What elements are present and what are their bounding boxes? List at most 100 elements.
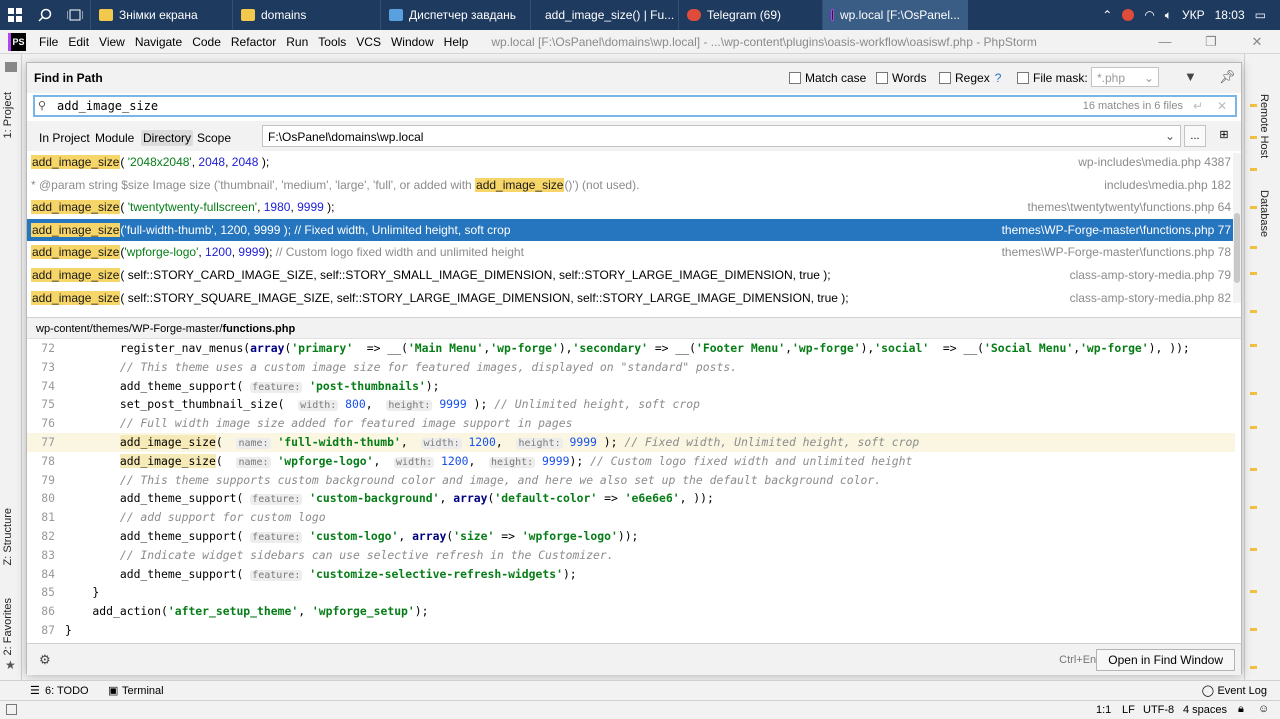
search-input[interactable]: ⚲ add_image_size 16 matches in 6 files ↵… [33, 95, 1237, 117]
notifications-icon[interactable]: ▭ [1255, 8, 1266, 22]
line-separator[interactable]: LF [1122, 704, 1135, 716]
taskbar-button-task-manager[interactable]: Диспетчер завдань [380, 0, 530, 30]
search-icon[interactable] [30, 0, 60, 30]
open-in-find-window-button[interactable]: Open in Find Window [1096, 649, 1235, 671]
result-row[interactable]: add_image_size( 'twentytwenty-fullscreen… [27, 196, 1235, 219]
stripe-mark[interactable] [1250, 206, 1257, 209]
stripe-mark[interactable] [1250, 310, 1257, 313]
tab-in-project[interactable]: In Project [39, 131, 90, 145]
code-preview[interactable]: 72 register_nav_menus(array('primary' =>… [27, 339, 1235, 643]
regex-help-link[interactable]: ? [995, 71, 1002, 85]
checkbox-box[interactable] [789, 72, 801, 84]
keyboard-language[interactable]: УКР [1182, 8, 1205, 22]
tab-remote-host[interactable]: Remote Host [1258, 94, 1270, 158]
tab-scope[interactable]: Scope [197, 131, 231, 145]
match-case-checkbox[interactable]: Match case [789, 71, 866, 85]
tab-structure[interactable]: Z: Structure [2, 508, 14, 565]
stripe-mark[interactable] [1250, 468, 1257, 471]
menu-tools[interactable]: Tools [313, 35, 351, 49]
result-row[interactable]: * @param string $size Image size ('thumb… [27, 174, 1235, 197]
stripe-mark[interactable] [1250, 392, 1257, 395]
results-scrollbar[interactable] [1233, 153, 1241, 303]
menu-vcs[interactable]: VCS [351, 35, 386, 49]
code-line: 84 add_theme_support( feature: 'customiz… [41, 566, 577, 581]
taskbar-button-domains[interactable]: domains [232, 0, 380, 30]
result-row-selected[interactable]: add_image_size('full-width-thumb', 1200,… [27, 218, 1235, 242]
indent-setting[interactable]: 4 spaces [1183, 704, 1227, 716]
stripe-mark[interactable] [1250, 136, 1257, 139]
gear-icon[interactable]: ⚙ [39, 652, 51, 668]
search-query[interactable]: add_image_size [57, 99, 158, 113]
windows-start-icon[interactable] [0, 0, 30, 30]
menu-view[interactable]: View [94, 35, 130, 49]
menu-code[interactable]: Code [187, 35, 226, 49]
result-row[interactable]: add_image_size( '2048x2048', 2048, 2048 … [27, 151, 1235, 174]
stripe-mark[interactable] [1250, 548, 1257, 551]
restore-icon[interactable]: ❐ [1188, 30, 1234, 54]
volume-icon[interactable]: 🔈︎ [1165, 8, 1172, 23]
menu-file[interactable]: File [34, 35, 63, 49]
filter-icon[interactable]: ▼ [1184, 69, 1197, 84]
stripe-mark[interactable] [1250, 272, 1257, 275]
stripe-mark[interactable] [1250, 344, 1257, 347]
result-row[interactable]: add_image_size( self::STORY_SQUARE_IMAGE… [27, 287, 1235, 309]
tab-favorites[interactable]: 2: Favorites [2, 598, 14, 655]
stripe-mark[interactable] [1250, 246, 1257, 249]
tab-terminal[interactable]: Terminal [122, 685, 164, 697]
directory-select[interactable]: F:\OsPanel\domains\wp.local ⌄ [262, 125, 1181, 147]
stripe-mark[interactable] [1250, 506, 1257, 509]
result-row[interactable]: add_image_size( self::STORY_CARD_IMAGE_S… [27, 264, 1235, 287]
tool-windows-icon[interactable] [6, 704, 17, 715]
checkbox-box[interactable] [1017, 72, 1029, 84]
tab-todo[interactable]: 6: TODO [45, 685, 89, 697]
taskbar-button-phpstorm[interactable]: wp.local [F:\OsPanel... [822, 0, 968, 30]
new-line-icon[interactable]: ↵ [1193, 99, 1203, 113]
tab-directory[interactable]: Directory [141, 130, 194, 146]
tab-database[interactable]: Database [1258, 190, 1270, 237]
close-icon[interactable]: ✕ [1234, 30, 1280, 54]
regex-checkbox[interactable]: Regex? [939, 71, 1001, 85]
checkbox-box[interactable] [939, 72, 951, 84]
file-encoding[interactable]: UTF-8 [1143, 704, 1174, 716]
stripe-mark[interactable] [1250, 104, 1257, 107]
stripe-mark[interactable] [1250, 590, 1257, 593]
minimize-icon[interactable]: — [1142, 30, 1188, 54]
menu-help[interactable]: Help [439, 35, 474, 49]
wifi-icon[interactable]: ◠ [1144, 8, 1154, 22]
inspector-icon[interactable]: ☺ [1258, 703, 1269, 715]
file-mask-select[interactable]: *.php ⌄ [1091, 67, 1159, 87]
pin-icon[interactable]: 📌︎ [1219, 69, 1236, 85]
scrollbar-thumb[interactable] [1234, 213, 1240, 283]
result-row[interactable]: add_image_size('wpforge-logo', 1200, 999… [27, 241, 1235, 264]
stripe-mark[interactable] [1250, 666, 1257, 669]
taskbar-button-screenshots[interactable]: Знімки екрана [90, 0, 232, 30]
stripe-mark[interactable] [1250, 426, 1257, 429]
menu-navigate[interactable]: Navigate [130, 35, 187, 49]
chevron-up-icon[interactable]: ⌃ [1102, 8, 1112, 22]
menu-refactor[interactable]: Refactor [226, 35, 281, 49]
telegram-tray-icon[interactable] [1122, 9, 1135, 21]
stripe-mark[interactable] [1250, 168, 1257, 171]
clear-icon[interactable]: ✕ [1217, 99, 1227, 113]
tab-event-log[interactable]: Event Log [1217, 685, 1267, 697]
taskbar-button-chrome[interactable]: add_image_size() | Fu... [530, 0, 678, 30]
search-history-icon[interactable]: ⚲ [38, 99, 46, 112]
tab-project[interactable]: 1: Project [2, 92, 14, 138]
task-view-icon[interactable] [60, 0, 90, 30]
file-mask-checkbox[interactable]: File mask: [1017, 71, 1088, 85]
stripe-mark[interactable] [1250, 628, 1257, 631]
taskbar-button-telegram[interactable]: Telegram (69) [678, 0, 822, 30]
clock[interactable]: 18:03 [1215, 8, 1245, 22]
caret-position[interactable]: 1:1 [1096, 704, 1111, 716]
project-tool-icon[interactable] [5, 62, 17, 72]
checkbox-box[interactable] [876, 72, 888, 84]
recursive-icon[interactable]: ⊞ [1213, 125, 1235, 147]
menu-edit[interactable]: Edit [63, 35, 94, 49]
lock-icon[interactable]: 🔒︎ [1238, 703, 1244, 716]
menu-window[interactable]: Window [386, 35, 439, 49]
words-checkbox[interactable]: Words [876, 71, 926, 85]
menu-run[interactable]: Run [281, 35, 313, 49]
tab-module[interactable]: Module [95, 131, 134, 145]
star-icon[interactable]: ★ [5, 658, 16, 672]
browse-directory-button[interactable]: ... [1184, 125, 1206, 147]
